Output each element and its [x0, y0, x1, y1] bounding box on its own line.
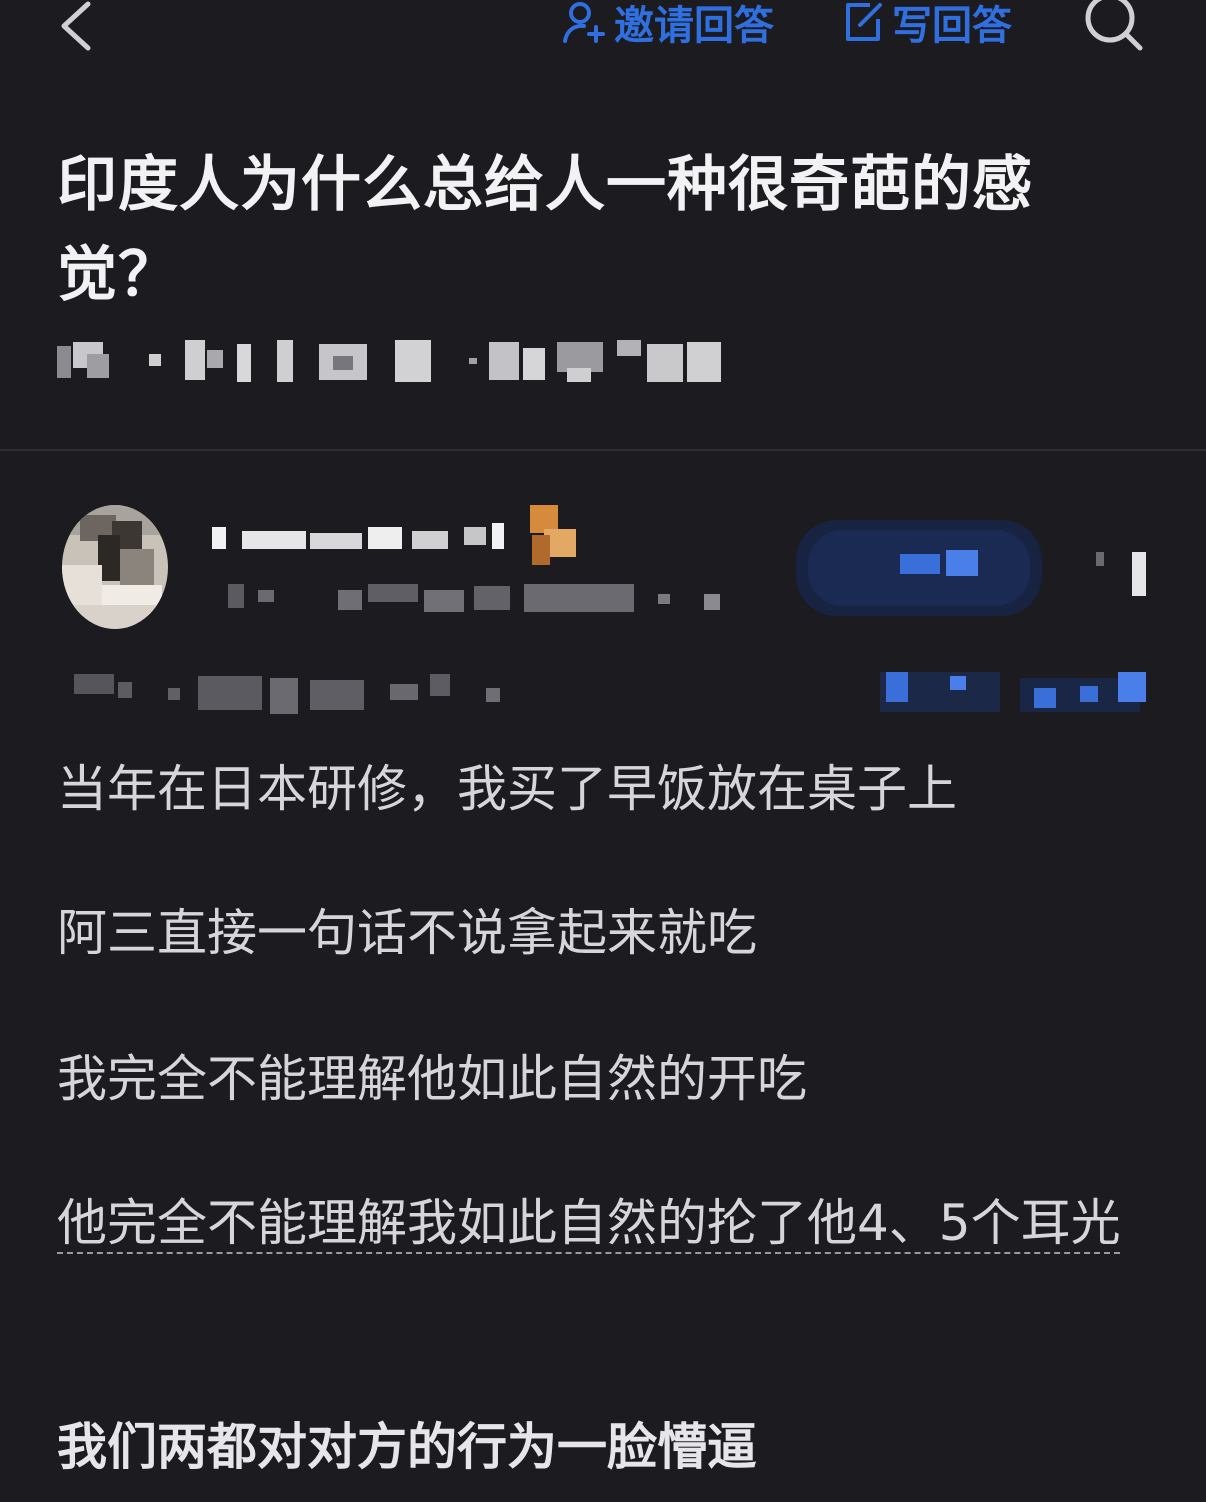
- invite-answer-label: 邀请回答: [614, 3, 774, 49]
- answer-paragraph-bold: 我们两都对对方的行为一脸懵逼: [57, 1418, 757, 1476]
- author-name-pixelated[interactable]: [212, 505, 592, 565]
- answer-meta-pixelated: [74, 674, 500, 714]
- answer-paragraph: 我完全不能理解他如此自然的开吃: [57, 1050, 807, 1108]
- question-title[interactable]: 印度人为什么总给人一种很奇葩的感觉？: [57, 140, 1117, 320]
- section-divider: [0, 449, 1206, 451]
- question-meta-pixelated: [57, 340, 721, 382]
- user-plus-icon: [563, 2, 605, 43]
- chevron-left-icon: [61, 1, 91, 51]
- follow-button-pixelated[interactable]: [796, 520, 1042, 616]
- answer-paragraph: 当年在日本研修，我买了早饭放在桌子上: [57, 760, 957, 818]
- answer-paragraph-annotated: 他完全不能理解我如此自然的抡了他4、5个耳光: [57, 1186, 1157, 1260]
- more-options-pixelated[interactable]: [1082, 548, 1152, 600]
- top-navigation-bar: 邀请回答 写回答: [0, 0, 1206, 60]
- write-answer-button[interactable]: 写回答: [840, 0, 1012, 50]
- author-bio-pixelated: [228, 584, 720, 612]
- answer-link-pixelated[interactable]: [880, 668, 1150, 718]
- answer-paragraph: 阿三直接一句话不说拿起来就吃: [57, 904, 757, 962]
- search-icon: [1085, 0, 1143, 51]
- back-button[interactable]: [50, 0, 100, 56]
- invite-answer-button[interactable]: 邀请回答: [562, 0, 774, 50]
- search-button[interactable]: [1080, 0, 1148, 52]
- author-avatar[interactable]: [62, 505, 168, 629]
- write-answer-label: 写回答: [892, 3, 1012, 49]
- annotated-text-link[interactable]: 他完全不能理解我如此自然的抡了他4、5个耳光: [57, 1194, 1121, 1252]
- edit-icon: [846, 3, 882, 41]
